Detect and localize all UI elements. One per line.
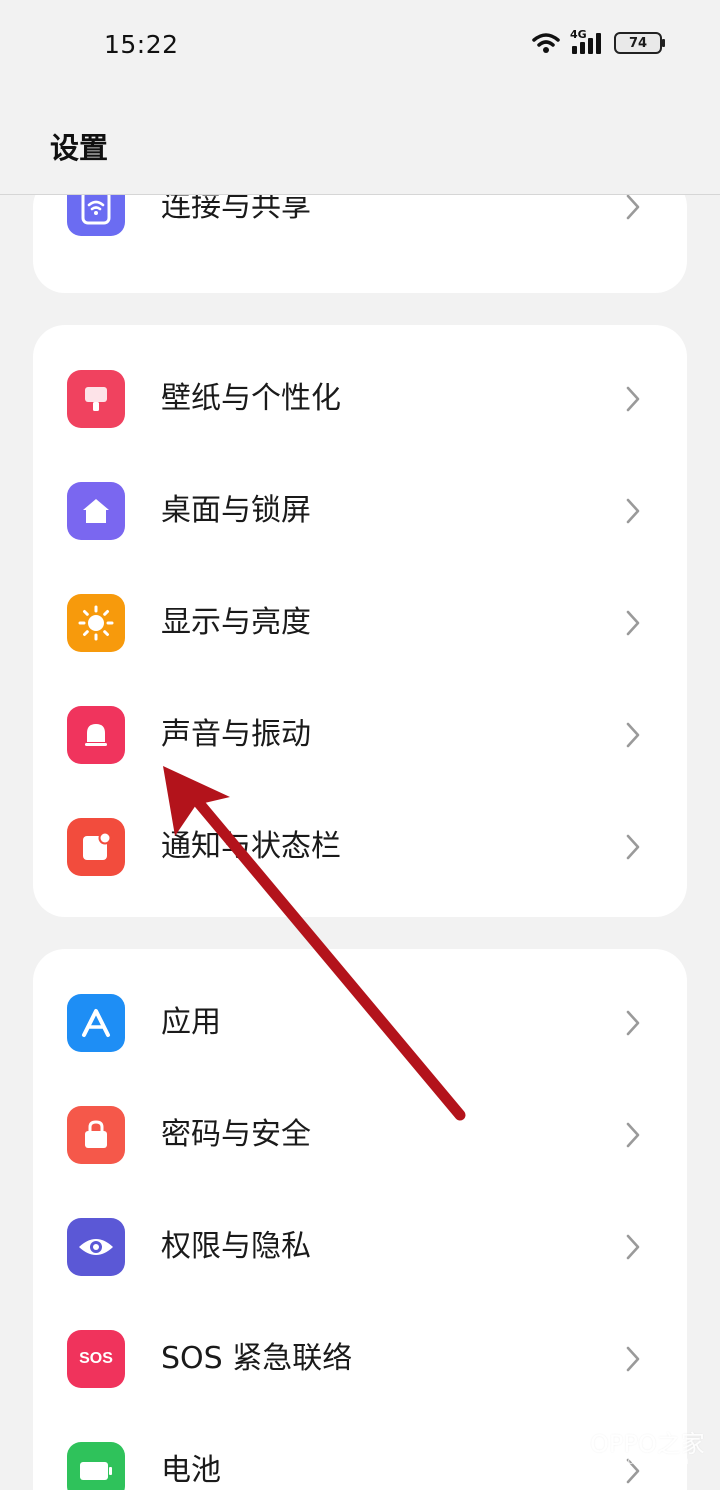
status-icons: 4G 74 — [532, 28, 665, 54]
chevron-right-icon — [626, 834, 640, 860]
wifi-icon — [532, 33, 560, 53]
settings-item-label: 应用 — [161, 1005, 221, 1040]
sos-icon: SOS — [67, 1330, 125, 1388]
settings-item-sound-vibration[interactable]: 声音与振动 — [33, 679, 687, 791]
settings-item-label: 权限与隐私 — [161, 1229, 311, 1264]
settings-list[interactable]: 连接与共享 壁纸与个性化 桌面与锁屏 显示与亮度 声音与振动 通知与状态栏 应用… — [0, 195, 720, 1490]
chevron-right-icon — [626, 1346, 640, 1372]
watermark-subtext: www.oppo.com — [594, 1454, 690, 1467]
bell-icon — [67, 706, 125, 764]
signal-icon: 4G — [570, 28, 604, 54]
page-title: 设置 — [50, 131, 109, 165]
eye-icon — [67, 1218, 125, 1276]
chevron-right-icon — [626, 722, 640, 748]
chevron-right-icon — [626, 1122, 640, 1148]
settings-item-label: 壁纸与个性化 — [161, 381, 341, 416]
lock-bag-icon — [67, 1106, 125, 1164]
apps-icon — [67, 994, 125, 1052]
settings-item-label: 桌面与锁屏 — [161, 493, 311, 528]
wallpaper-icon — [67, 370, 125, 428]
sos-icon-text: SOS — [79, 1350, 113, 1367]
chevron-right-icon — [626, 498, 640, 524]
settings-item-label: 显示与亮度 — [161, 605, 311, 640]
settings-item-home-lock[interactable]: 桌面与锁屏 — [33, 455, 687, 567]
watermark-logo-icon — [538, 1422, 580, 1470]
settings-item-label: 声音与振动 — [161, 717, 311, 752]
chevron-right-icon — [626, 1234, 640, 1260]
settings-item-sos[interactable]: SOS SOS 紧急联络 — [33, 1303, 687, 1415]
settings-item-apps[interactable]: 应用 — [33, 967, 687, 1079]
status-bar: 15:22 4G 74 — [0, 0, 720, 92]
settings-group-connectivity: 连接与共享 — [33, 195, 687, 293]
settings-item-connection-share[interactable]: 连接与共享 — [33, 195, 687, 263]
settings-item-password-security[interactable]: 密码与安全 — [33, 1079, 687, 1191]
notification-icon — [67, 818, 125, 876]
chevron-right-icon — [626, 610, 640, 636]
chevron-right-icon — [626, 386, 640, 412]
watermark: OPPO之家 www.oppo.com — [538, 1420, 708, 1474]
battery-indicator: 74 — [614, 32, 665, 54]
home-icon — [67, 482, 125, 540]
settings-item-label: 通知与状态栏 — [161, 829, 341, 864]
page-header: 设置 — [0, 92, 720, 195]
settings-item-label: 密码与安全 — [161, 1117, 311, 1152]
settings-item-label: 连接与共享 — [161, 195, 311, 224]
settings-item-wallpaper[interactable]: 壁纸与个性化 — [33, 343, 687, 455]
status-time: 15:22 — [104, 30, 179, 59]
settings-group-personalization: 壁纸与个性化 桌面与锁屏 显示与亮度 声音与振动 通知与状态栏 — [33, 325, 687, 917]
share-wifi-icon — [67, 195, 125, 236]
settings-item-label: 电池 — [161, 1453, 221, 1488]
settings-group-system: 应用 密码与安全 权限与隐私 SOS SOS 紧急联络 电池 — [33, 949, 687, 1490]
settings-item-display-brightness[interactable]: 显示与亮度 — [33, 567, 687, 679]
battery-level: 74 — [628, 35, 648, 51]
chevron-right-icon — [626, 195, 640, 220]
chevron-right-icon — [626, 1010, 640, 1036]
settings-item-label: SOS 紧急联络 — [161, 1341, 353, 1376]
settings-item-notification-statusbar[interactable]: 通知与状态栏 — [33, 791, 687, 903]
settings-item-privacy[interactable]: 权限与隐私 — [33, 1191, 687, 1303]
battery-icon — [67, 1442, 125, 1490]
sun-icon — [67, 594, 125, 652]
